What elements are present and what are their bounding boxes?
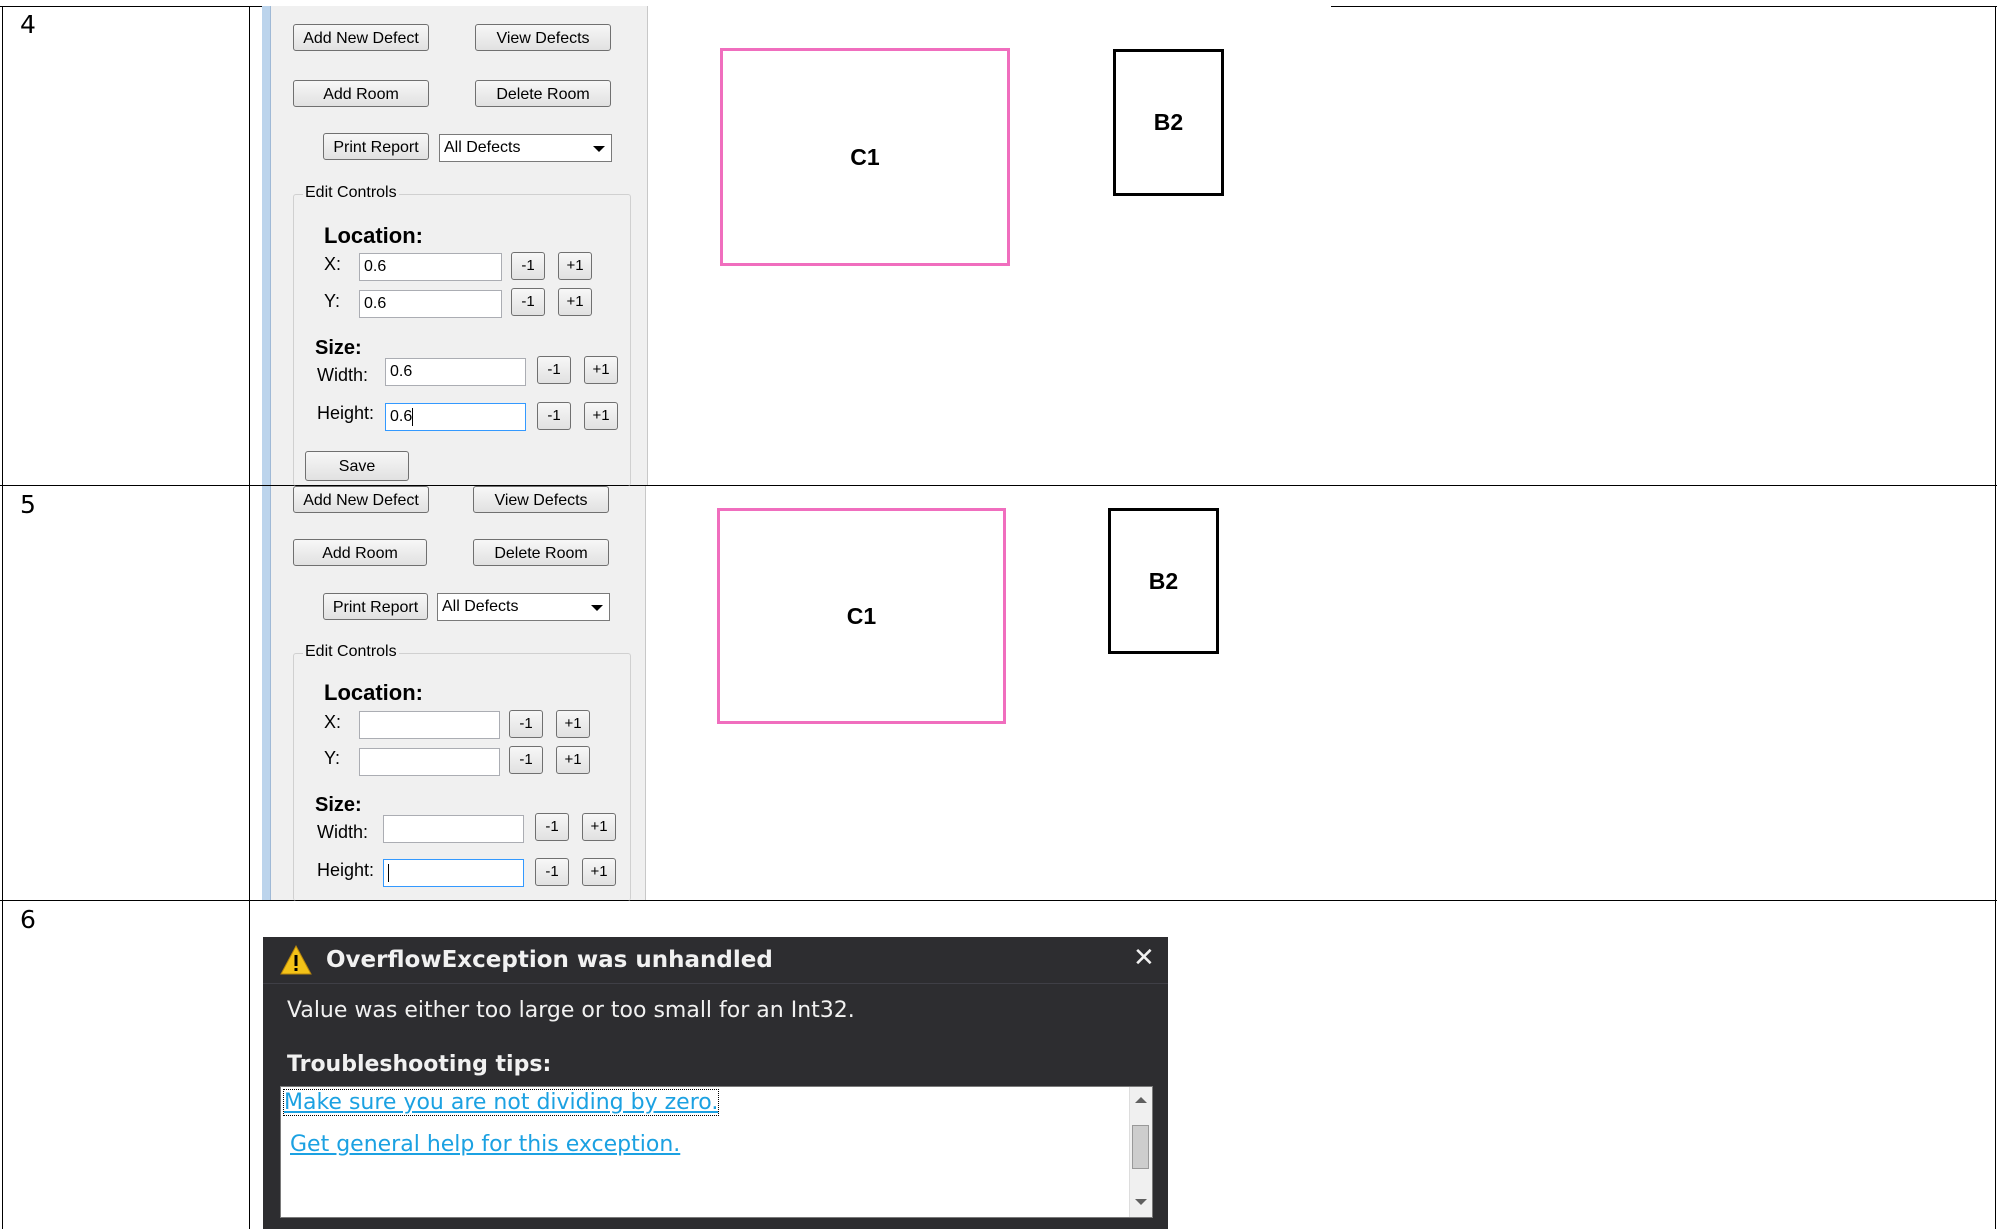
defect-filter-value: All Defects	[442, 598, 519, 615]
height-input[interactable]: 0.6	[385, 403, 526, 431]
height-input[interactable]	[383, 859, 524, 887]
y-increment-button[interactable]: +1	[556, 746, 590, 774]
troubleshooting-heading: Troubleshooting tips:	[287, 1052, 552, 1077]
room-c1[interactable]: C1	[720, 48, 1010, 266]
y-increment-button[interactable]: +1	[558, 288, 592, 316]
y-label: Y:	[324, 291, 341, 311]
height-label: Height:	[317, 860, 375, 880]
defect-filter-value: All Defects	[444, 139, 521, 156]
exception-dialog: OverflowException was unhandled ✕ Value …	[263, 937, 1168, 1229]
width-label: Width:	[317, 822, 369, 842]
x-input[interactable]: 0.6	[359, 253, 502, 281]
size-heading: Size:	[315, 337, 362, 359]
width-decrement-button[interactable]: -1	[537, 356, 571, 384]
tip-link[interactable]: Make sure you are not dividing by zero.	[282, 1089, 720, 1116]
add-new-defect-button[interactable]: Add New Defect	[293, 24, 429, 51]
defect-filter-select[interactable]: All Defects	[439, 134, 612, 162]
add-room-button[interactable]: Add Room	[293, 539, 427, 566]
width-label: Width:	[317, 365, 369, 385]
width-increment-button[interactable]: +1	[584, 356, 618, 384]
warning-icon	[280, 944, 312, 975]
add-new-defect-button[interactable]: Add New Defect	[293, 486, 429, 513]
defect-filter-select[interactable]: All Defects	[437, 593, 610, 621]
panel-edge	[262, 486, 271, 900]
x-decrement-button[interactable]: -1	[509, 710, 543, 738]
print-report-button[interactable]: Print Report	[323, 593, 428, 620]
chevron-down-icon	[591, 605, 603, 611]
tips-scrollbar[interactable]	[1129, 1087, 1152, 1217]
height-decrement-button[interactable]: -1	[535, 858, 569, 886]
table-border-left	[2, 6, 3, 1229]
save-button[interactable]: Save	[305, 451, 409, 481]
x-increment-button[interactable]: +1	[558, 252, 592, 280]
table-column-divider	[249, 6, 250, 1229]
exception-message: Value was either too large or too small …	[287, 998, 855, 1023]
edit-controls-label: Edit Controls	[303, 643, 399, 661]
app-screenshot-row4: Add New Defect View Defects Add Room Del…	[262, 6, 1331, 486]
print-report-button[interactable]: Print Report	[323, 133, 429, 160]
y-label: Y:	[324, 748, 341, 768]
height-label: Height:	[317, 403, 375, 423]
add-room-button[interactable]: Add Room	[293, 80, 429, 107]
chevron-down-icon	[593, 146, 605, 152]
table-border-right	[1995, 6, 1996, 1229]
dialog-title: OverflowException was unhandled	[326, 947, 773, 973]
scroll-up-icon[interactable]	[1135, 1097, 1147, 1103]
x-label: X:	[324, 712, 342, 732]
view-defects-button[interactable]: View Defects	[475, 24, 611, 51]
width-input[interactable]	[383, 815, 524, 843]
row-number: 4	[20, 10, 36, 39]
edit-controls-label: Edit Controls	[303, 184, 399, 202]
width-input[interactable]: 0.6	[385, 358, 526, 386]
room-c1[interactable]: C1	[717, 508, 1006, 724]
y-input[interactable]: 0.6	[359, 290, 502, 318]
view-defects-button[interactable]: View Defects	[473, 486, 609, 513]
delete-room-button[interactable]: Delete Room	[475, 80, 611, 107]
x-decrement-button[interactable]: -1	[511, 252, 545, 280]
height-decrement-button[interactable]: -1	[537, 402, 571, 430]
text-caret	[412, 407, 414, 426]
close-icon[interactable]: ✕	[1133, 943, 1155, 973]
tip-link[interactable]: Get general help for this exception.	[290, 1132, 680, 1157]
size-heading: Size:	[315, 794, 362, 816]
y-decrement-button[interactable]: -1	[509, 746, 543, 774]
scroll-down-icon[interactable]	[1135, 1199, 1147, 1205]
text-caret	[388, 863, 389, 882]
y-input[interactable]	[359, 748, 500, 776]
location-heading: Location:	[324, 680, 423, 705]
x-label: X:	[324, 254, 342, 274]
location-heading: Location:	[324, 223, 423, 248]
height-value: 0.6	[390, 408, 413, 425]
app-screenshot-row5: Add New Defect View Defects Add Room Del…	[262, 486, 1331, 901]
room-b2[interactable]: B2	[1113, 49, 1224, 196]
x-input[interactable]	[359, 711, 500, 739]
control-panel: Add New Defect View Defects Add Room Del…	[262, 6, 648, 486]
y-decrement-button[interactable]: -1	[511, 288, 545, 316]
dialog-divider	[263, 983, 1168, 984]
x-increment-button[interactable]: +1	[556, 710, 590, 738]
height-increment-button[interactable]: +1	[582, 858, 616, 886]
scroll-thumb[interactable]	[1132, 1125, 1149, 1169]
panel-edge	[262, 6, 271, 485]
room-b2[interactable]: B2	[1108, 508, 1219, 654]
row-number: 6	[20, 905, 36, 934]
width-decrement-button[interactable]: -1	[535, 813, 569, 841]
width-increment-button[interactable]: +1	[582, 813, 616, 841]
height-increment-button[interactable]: +1	[584, 402, 618, 430]
row-number: 5	[20, 490, 36, 519]
delete-room-button[interactable]: Delete Room	[473, 539, 609, 566]
troubleshooting-tips-list: Make sure you are not dividing by zero. …	[280, 1086, 1153, 1218]
control-panel: Add New Defect View Defects Add Room Del…	[262, 486, 646, 901]
